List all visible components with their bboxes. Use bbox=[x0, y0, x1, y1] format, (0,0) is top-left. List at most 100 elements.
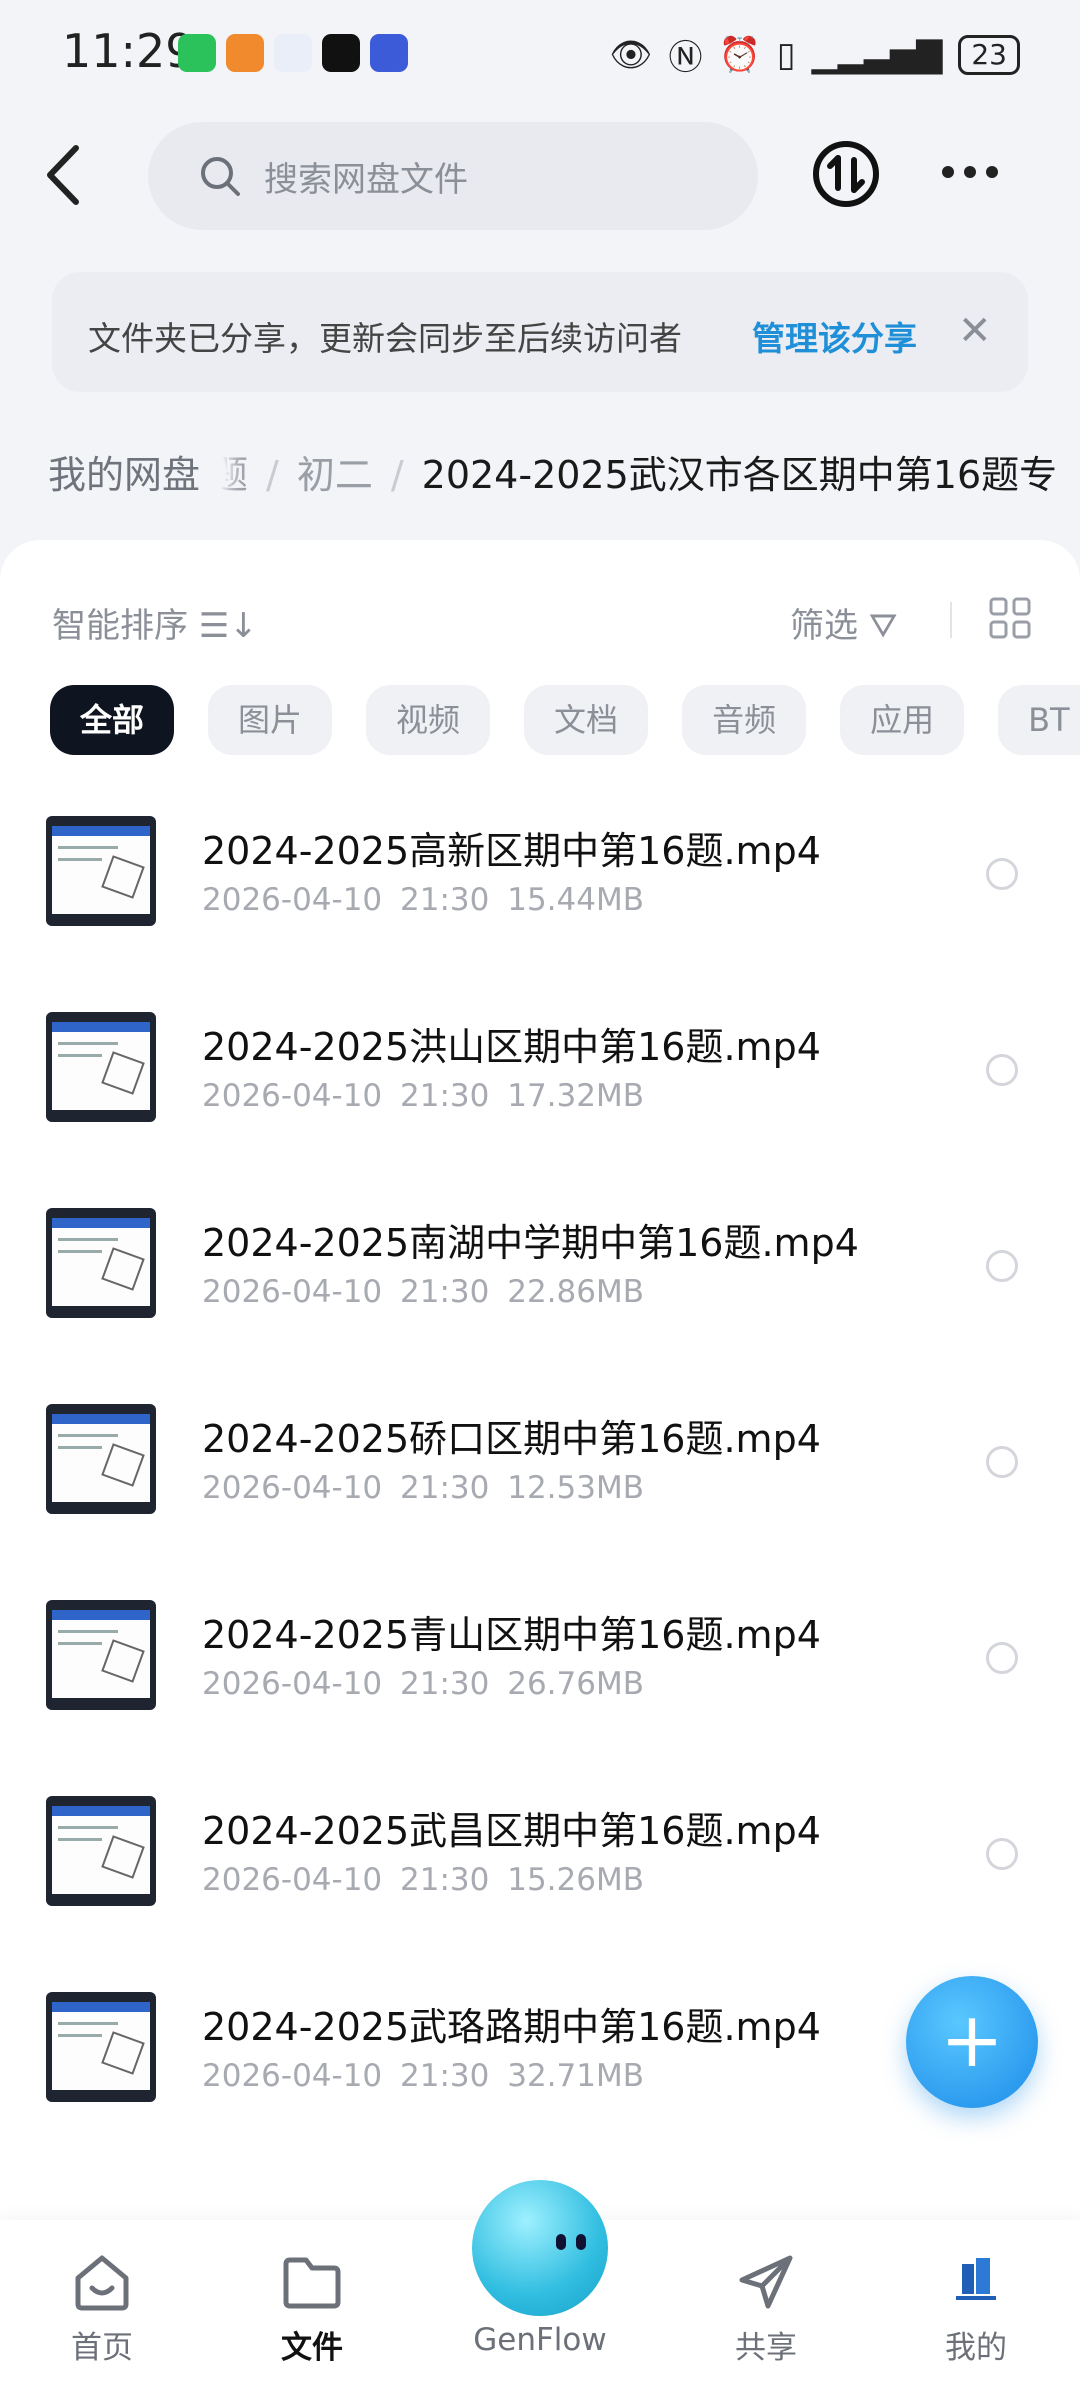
filter-label: 筛选 bbox=[790, 606, 858, 646]
chip-videos[interactable]: 视频 bbox=[366, 685, 491, 755]
search-icon bbox=[201, 157, 240, 196]
chip-audio[interactable]: 音频 bbox=[682, 685, 807, 755]
more-icon[interactable] bbox=[940, 160, 1000, 184]
video-thumbnail bbox=[46, 1012, 156, 1122]
nav-files[interactable]: 文件 bbox=[232, 2250, 392, 2367]
breadcrumb-separator: / bbox=[266, 453, 279, 497]
file-date: 2026-04-10 bbox=[202, 1666, 383, 1702]
file-size: 22.86MB bbox=[507, 1274, 644, 1310]
file-name: 2024-2025高新区期中第16题.mp4 bbox=[202, 829, 821, 873]
file-time: 21:30 bbox=[400, 1470, 490, 1506]
breadcrumb-current: 2024-2025武汉市各区期中第16题专 bbox=[421, 453, 1058, 497]
filter-control[interactable]: 筛选 ⛛ bbox=[790, 598, 897, 647]
video-thumbnail bbox=[46, 1796, 156, 1906]
file-list: 2024-2025高新区期中第16题.mp4 2026-04-10 21:30 1… bbox=[0, 790, 1080, 2162]
nfc-icon: Ⓝ bbox=[668, 38, 703, 78]
chat-app-icon bbox=[226, 34, 264, 72]
file-meta: 2026-04-10 21:30 26.76MB bbox=[202, 1666, 644, 1702]
file-date: 2026-04-10 bbox=[202, 882, 383, 918]
add-button[interactable]: + bbox=[906, 1976, 1038, 2108]
chip-all[interactable]: 全部 bbox=[50, 685, 175, 755]
vibrate-icon: ▯ bbox=[776, 34, 796, 75]
file-meta: 2026-04-10 21:30 32.71MB bbox=[202, 2058, 644, 2094]
transfer-icon[interactable] bbox=[812, 140, 880, 208]
breadcrumb-root[interactable]: 我的网盘 bbox=[22, 436, 227, 507]
breadcrumb-trail: 题 / 初二/2024-2025武汉市各区期中第16题专 bbox=[210, 444, 1057, 499]
nav-home[interactable]: 首页 bbox=[22, 2250, 182, 2367]
mascot-eye-icon bbox=[556, 2234, 566, 2250]
breadcrumb-item[interactable]: 初二 bbox=[297, 453, 373, 497]
manage-share-link[interactable]: 管理该分享 bbox=[752, 312, 917, 360]
notification-icons bbox=[178, 34, 408, 72]
grid-view-icon[interactable] bbox=[988, 596, 1032, 640]
app-icon bbox=[370, 34, 408, 72]
file-name: 2024-2025武昌区期中第16题.mp4 bbox=[202, 1809, 821, 1853]
video-thumbnail bbox=[46, 1992, 156, 2102]
file-row[interactable]: 2024-2025洪山区期中第16题.mp4 2026-04-10 21:30 1… bbox=[0, 986, 1080, 1182]
file-time: 21:30 bbox=[400, 1666, 490, 1702]
nav-share[interactable]: 共享 bbox=[686, 2250, 846, 2367]
type-filter-chips: 全部 图片 视频 文档 音频 应用 BT bbox=[50, 685, 1080, 755]
battery-indicator: 23 bbox=[958, 34, 1020, 75]
sort-label: 智能排序 bbox=[52, 606, 188, 646]
status-bar: 11:29 👁 Ⓝ ⏰ ▯ ▁▂▃▅▇ 23 bbox=[0, 0, 1080, 110]
file-time: 21:30 bbox=[400, 882, 490, 918]
select-radio[interactable] bbox=[986, 1446, 1018, 1478]
file-time: 21:30 bbox=[400, 1274, 490, 1310]
file-size: 17.32MB bbox=[507, 1078, 644, 1114]
file-name: 2024-2025硚口区期中第16题.mp4 bbox=[202, 1417, 821, 1461]
mascot-eye-icon bbox=[576, 2234, 586, 2250]
select-radio[interactable] bbox=[986, 1838, 1018, 1870]
file-meta: 2026-04-10 21:30 15.44MB bbox=[202, 882, 644, 918]
search-bar[interactable]: 搜索网盘文件 bbox=[148, 122, 758, 230]
close-icon[interactable]: ✕ bbox=[958, 308, 992, 354]
select-radio[interactable] bbox=[986, 858, 1018, 890]
file-time: 21:30 bbox=[400, 1862, 490, 1898]
chip-apps[interactable]: 应用 bbox=[840, 685, 965, 755]
breadcrumb-separator: / bbox=[390, 453, 404, 497]
file-meta: 2026-04-10 21:30 15.26MB bbox=[202, 1862, 644, 1898]
select-radio[interactable] bbox=[986, 1642, 1018, 1674]
home-icon bbox=[75, 2255, 129, 2311]
chip-images[interactable]: 图片 bbox=[208, 685, 333, 755]
file-row[interactable]: 2024-2025高新区期中第16题.mp4 2026-04-10 21:30 1… bbox=[0, 790, 1080, 986]
select-radio[interactable] bbox=[986, 1250, 1018, 1282]
video-thumbnail bbox=[46, 1208, 156, 1318]
profile-avatar-icon bbox=[956, 2258, 996, 2300]
chip-documents[interactable]: 文档 bbox=[524, 685, 649, 755]
chip-bt[interactable]: BT bbox=[998, 685, 1080, 755]
signal-icon: ▁▂▃▅▇ bbox=[811, 34, 943, 75]
tiktok-icon bbox=[322, 34, 360, 72]
file-meta: 2026-04-10 21:30 12.53MB bbox=[202, 1470, 644, 1506]
back-icon[interactable] bbox=[40, 140, 90, 210]
file-date: 2026-04-10 bbox=[202, 1078, 383, 1114]
search-placeholder: 搜索网盘文件 bbox=[264, 160, 468, 200]
wechat-icon bbox=[178, 34, 216, 72]
file-name: 2024-2025青山区期中第16题.mp4 bbox=[202, 1613, 821, 1657]
video-thumbnail bbox=[46, 1404, 156, 1514]
nav-mine[interactable]: 我的 bbox=[896, 2250, 1056, 2367]
video-thumbnail bbox=[46, 1600, 156, 1710]
status-time: 11:29 bbox=[62, 24, 195, 78]
file-row[interactable]: 2024-2025武昌区期中第16题.mp4 2026-04-10 21:30 1… bbox=[0, 1770, 1080, 1966]
file-row[interactable]: 2024-2025青山区期中第16题.mp4 2026-04-10 21:30 2… bbox=[0, 1574, 1080, 1770]
file-row[interactable]: 2024-2025南湖中学期中第16题.mp4 2026-04-10 21:30 … bbox=[0, 1182, 1080, 1378]
notice-message: 文件夹已分享，更新会同步至后续访问者 bbox=[88, 319, 682, 358]
sort-control[interactable]: 智能排序 ☰↓ bbox=[52, 598, 258, 647]
file-size: 26.76MB bbox=[507, 1666, 644, 1702]
breadcrumb: 我的网盘 题 / 初二/2024-2025武汉市各区期中第16题专 bbox=[0, 420, 1080, 520]
nav-home-label: 首页 bbox=[71, 2330, 133, 2366]
file-time: 21:30 bbox=[400, 2058, 490, 2094]
file-size: 12.53MB bbox=[507, 1470, 644, 1506]
file-size: 32.71MB bbox=[507, 2058, 644, 2094]
file-row[interactable]: 2024-2025硚口区期中第16题.mp4 2026-04-10 21:30 1… bbox=[0, 1378, 1080, 1574]
filter-icon: ⛛ bbox=[868, 606, 898, 646]
nav-share-label: 共享 bbox=[735, 2330, 797, 2366]
plus-icon: + bbox=[940, 1995, 1004, 2084]
file-name: 2024-2025南湖中学期中第16题.mp4 bbox=[202, 1221, 859, 1265]
file-date: 2026-04-10 bbox=[202, 1274, 383, 1310]
file-date: 2026-04-10 bbox=[202, 1862, 383, 1898]
file-date: 2026-04-10 bbox=[202, 2058, 383, 2094]
genflow-mascot-button[interactable] bbox=[472, 2180, 608, 2316]
select-radio[interactable] bbox=[986, 1054, 1018, 1086]
